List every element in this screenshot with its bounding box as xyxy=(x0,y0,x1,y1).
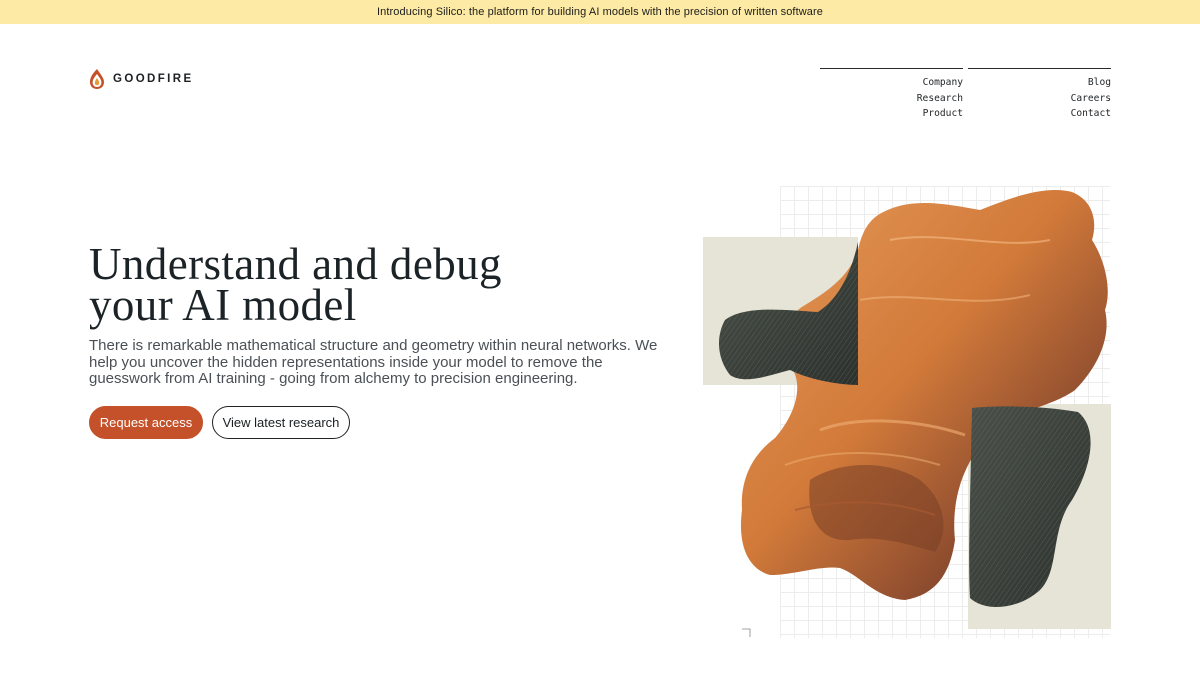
nav-link-contact[interactable]: Contact xyxy=(1071,106,1111,122)
nav-column-primary: Company Research Product xyxy=(820,68,963,122)
hero-headline-line-1: Understand and debug xyxy=(89,239,502,289)
hero-headline: Understand and debug your AI model xyxy=(89,239,649,330)
nav-link-company[interactable]: Company xyxy=(923,75,963,91)
hero-headline-line-2: your AI model xyxy=(89,280,357,330)
announcement-text[interactable]: Introducing Silico: the platform for bui… xyxy=(377,6,823,18)
request-access-button[interactable]: Request access xyxy=(89,406,203,439)
announcement-banner[interactable]: Introducing Silico: the platform for bui… xyxy=(0,0,1200,24)
view-research-button[interactable]: View latest research xyxy=(212,406,350,439)
nav-link-blog[interactable]: Blog xyxy=(1088,75,1111,91)
hero-description: There is remarkable mathematical structu… xyxy=(89,337,658,387)
flame-logo-icon xyxy=(90,69,104,89)
brand-logo[interactable]: GOODFIRE xyxy=(89,68,194,90)
abstract-sculpture-image xyxy=(718,190,1108,637)
hero-artwork xyxy=(700,180,1120,642)
nav-column-secondary: Blog Careers Contact xyxy=(968,68,1111,122)
nav-link-research[interactable]: Research xyxy=(917,91,963,107)
nav-link-careers[interactable]: Careers xyxy=(1071,91,1111,107)
brand-name: GOODFIRE xyxy=(113,73,194,85)
nav-link-product[interactable]: Product xyxy=(923,106,963,122)
